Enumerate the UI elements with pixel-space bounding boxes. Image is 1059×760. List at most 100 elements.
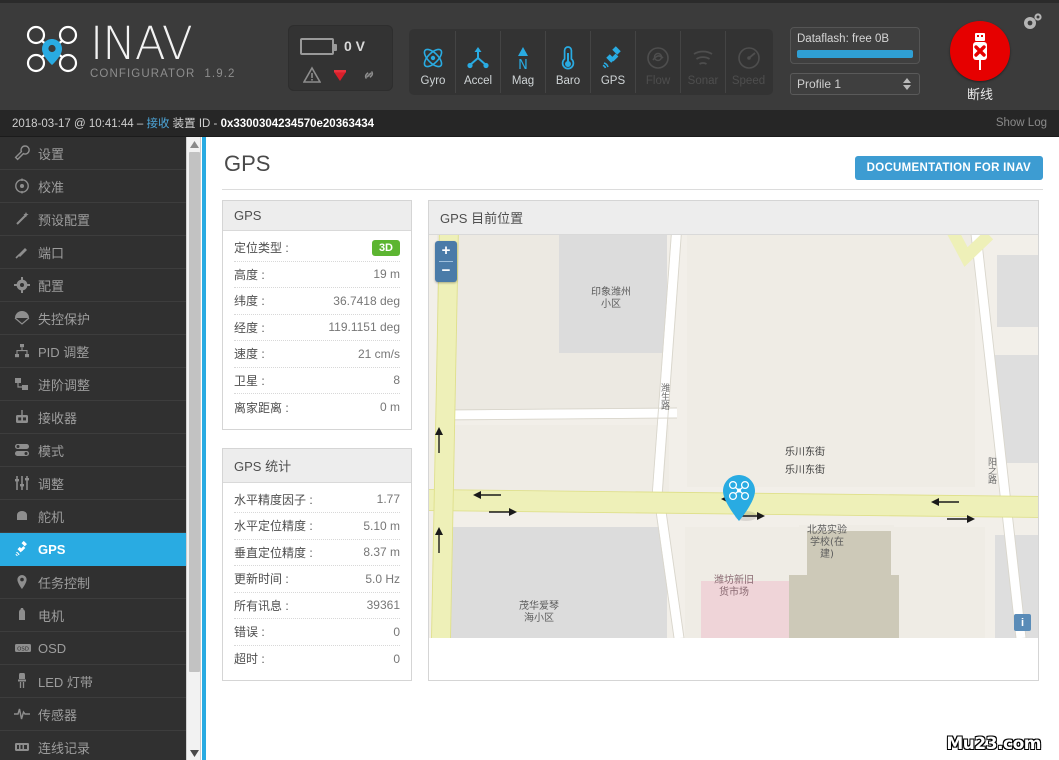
- gear-icon: [14, 277, 38, 293]
- sensor-sonar: Sonar: [681, 31, 726, 93]
- row-value: 8.37 m: [363, 545, 400, 560]
- sidebar-item-ports[interactable]: 端口: [0, 236, 186, 269]
- table-row: 垂直定位精度 : 8.37 m: [234, 540, 400, 566]
- sidebar-item-servos[interactable]: 舵机: [0, 500, 186, 533]
- sidebar-item-mission-control[interactable]: 任务控制: [0, 566, 186, 599]
- sensor-gps: GPS: [591, 31, 636, 93]
- gps-card-body: 定位类型 : 3D 高度 : 19 m 纬度 : 36.7418 deg 经度 …: [223, 231, 411, 429]
- row-label: 水平精度因子 :: [234, 492, 313, 507]
- dataflash-progress-bar: [797, 50, 913, 58]
- status-timestamp: 2018-03-17 @ 10:41:44 –: [12, 118, 147, 130]
- gyro-icon: [420, 41, 446, 74]
- documentation-button[interactable]: DOCUMENTATION FOR INAV: [854, 156, 1043, 180]
- zoom-out-button[interactable]: −: [437, 263, 455, 280]
- show-log-link[interactable]: Show Log: [996, 117, 1047, 129]
- map-viewport[interactable]: 新前区 潍生路 阳之路 印象潍州小区 乐川东街 乐川东街 北苑实验学校(在建) …: [429, 235, 1038, 638]
- parachute-icon: [14, 310, 38, 326]
- status-received: 接收: [146, 118, 170, 130]
- wand-icon: [14, 211, 38, 227]
- sidebar-item-pid-tuning[interactable]: PID 调整: [0, 335, 186, 368]
- sidebar-item-osd[interactable]: OSD OSD: [0, 632, 186, 665]
- settings-gear-icon[interactable]: [1021, 11, 1045, 38]
- row-value: 0: [393, 651, 400, 666]
- waveform-icon: [14, 706, 38, 722]
- sidebar-item-label: 连线记录: [38, 740, 91, 756]
- sidebar-item-label: 端口: [38, 245, 65, 261]
- sidebar-item-label: GPS: [38, 541, 66, 557]
- profile-select[interactable]: Profile 1: [790, 73, 920, 95]
- sidebar-item-presets[interactable]: 预设配置: [0, 203, 186, 236]
- map-label-impression: 印象潍州 小区: [591, 287, 631, 310]
- baro-icon: [555, 41, 581, 74]
- map-zoom-controls[interactable]: + −: [435, 241, 457, 282]
- row-label: 错误 :: [234, 625, 265, 640]
- target-icon: [14, 178, 38, 194]
- scrollbar-thumb[interactable]: [189, 152, 200, 672]
- sensor-label: Baro: [555, 75, 581, 87]
- sidebar-item-gps[interactable]: GPS: [0, 533, 186, 566]
- row-value: 36.7418 deg: [333, 293, 400, 308]
- row-value: 21 cm/s: [357, 346, 400, 361]
- sidebar-item-label: 接收器: [38, 410, 78, 426]
- row-value: 1.77: [376, 492, 400, 507]
- sidebar-item-adjustments[interactable]: 调整: [0, 467, 186, 500]
- sidebar-item-label: 校准: [38, 179, 65, 195]
- sidebar-item-motors[interactable]: 电机: [0, 599, 186, 632]
- sidebar-item-receiver[interactable]: 接收器: [0, 401, 186, 434]
- sidebar-item-logging[interactable]: 连线记录: [0, 731, 186, 760]
- sidebar-item-configuration[interactable]: 配置: [0, 269, 186, 302]
- sidebar-item-label: 预设配置: [38, 212, 91, 228]
- warning-icon: [303, 66, 322, 83]
- sidebar-scrollbar[interactable]: [186, 137, 201, 760]
- status-device-label: 装置 ID -: [169, 118, 221, 130]
- usb-disconnect-icon: [950, 21, 1010, 81]
- brand-title: INAV: [90, 17, 193, 70]
- toggle-icon: [14, 442, 38, 458]
- table-row: 所有讯息 : 39361: [234, 593, 400, 619]
- row-label: 速度 :: [234, 347, 265, 362]
- sensor-baro: Baro: [546, 31, 591, 93]
- map-label-school: 北苑实验 学校(在 建): [807, 525, 847, 560]
- map-pin-icon: [14, 574, 38, 590]
- plug-icon: [14, 244, 38, 260]
- status-device-id: 0x3300304234570e20363434: [220, 118, 375, 130]
- gps-stats-body: 水平精度因子 : 1.77 水平定位精度 : 5.10 m 垂直定位精度 : 8…: [223, 483, 411, 681]
- row-label: 卫星 :: [234, 373, 265, 388]
- watermark: Mu23.com: [946, 734, 1041, 754]
- sensor-label: Accel: [463, 75, 493, 87]
- sidebar-item-settings[interactable]: 设置: [0, 137, 186, 170]
- row-value: 39361: [366, 598, 400, 613]
- map-info-button[interactable]: i: [1014, 614, 1031, 631]
- scroll-up-arrow-icon[interactable]: [187, 137, 202, 151]
- servo-icon: [14, 508, 38, 524]
- fix-type-badge: 3D: [371, 239, 400, 256]
- sensor-status-strip: Gyro Accel N Mag Baro GPS Flow Sonar Spe…: [409, 29, 773, 95]
- scroll-down-arrow-icon[interactable]: [187, 746, 202, 760]
- zoom-in-button[interactable]: +: [437, 243, 455, 260]
- table-row: 定位类型 : 3D: [234, 235, 400, 262]
- row-value: 5.10 m: [363, 518, 400, 533]
- sidebar-item-label: 任务控制: [38, 575, 91, 591]
- row-label: 经度 :: [234, 320, 265, 335]
- sidebar-item-modes[interactable]: 模式: [0, 434, 186, 467]
- inav-logo-icon: [22, 21, 82, 77]
- wrench-icon: [14, 145, 38, 161]
- sidebar-item-failsafe[interactable]: 失控保护: [0, 302, 186, 335]
- table-row: 纬度 : 36.7418 deg: [234, 288, 400, 315]
- sidebar-item-label: 舵机: [38, 509, 65, 525]
- sidebar-item-calibration[interactable]: 校准: [0, 170, 186, 203]
- flow-icon: [645, 41, 671, 74]
- equalizer-icon: [14, 475, 38, 491]
- status-message: 2018-03-17 @ 10:41:44 – 接收 装置 ID - 0x330…: [0, 115, 374, 131]
- sensor-label: GPS: [600, 75, 626, 87]
- drone-position-marker[interactable]: [722, 474, 762, 526]
- sidebar-item-led-strip[interactable]: LED 灯带: [0, 665, 186, 698]
- sidebar-item-label: 设置: [38, 146, 65, 162]
- sensor-mag: N Mag: [501, 31, 546, 93]
- sidebar-item-sensors[interactable]: 传感器: [0, 698, 186, 731]
- sidebar-item-advanced-tuning[interactable]: 进阶调整: [0, 368, 186, 401]
- page-header: GPS DOCUMENTATION FOR INAV: [206, 137, 1059, 190]
- disconnect-button[interactable]: 断线: [947, 21, 1013, 103]
- row-value: 0 m: [379, 400, 400, 415]
- row-value: 119.1151 deg: [328, 320, 400, 335]
